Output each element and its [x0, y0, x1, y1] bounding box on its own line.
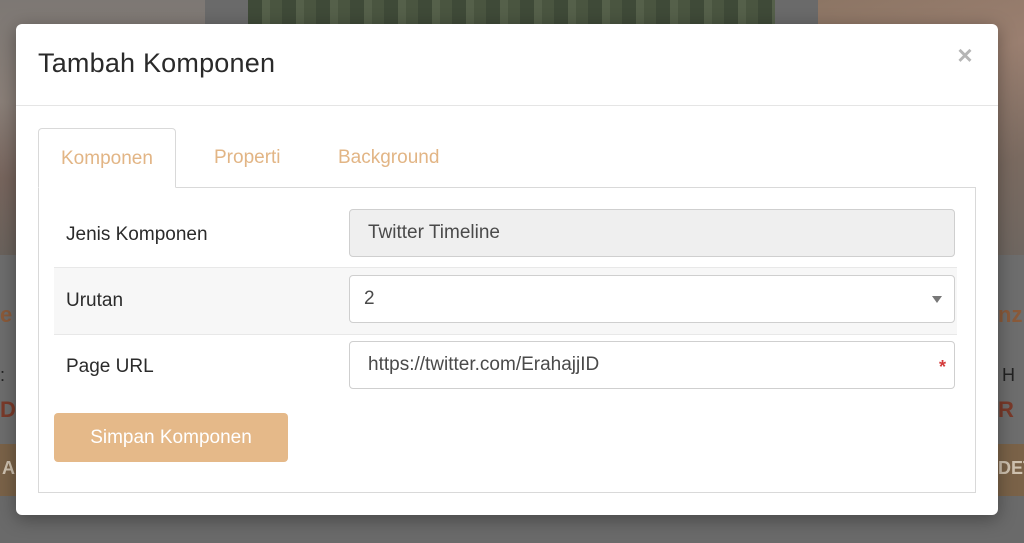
form-row-jenis: Jenis Komponen Twitter Timeline: [54, 202, 957, 268]
background-button-text-left: A: [2, 458, 15, 478]
urutan-select-value: 2: [364, 288, 375, 309]
tab-background[interactable]: Background: [316, 128, 461, 187]
page-url-value: https://twitter.com/ErahajjID: [368, 354, 600, 375]
background-button-text-right: DET: [998, 458, 1024, 478]
add-component-modal: Tambah Komponen × Komponen Properti Back…: [16, 24, 998, 515]
background-letter-right: H: [1002, 365, 1015, 385]
page-url-input[interactable]: https://twitter.com/ErahajjID *: [349, 341, 955, 389]
tab-komponen[interactable]: Komponen: [38, 128, 176, 188]
background-colon-left: :: [0, 365, 6, 385]
tab-properti[interactable]: Properti: [192, 128, 303, 187]
urutan-label: Urutan: [66, 290, 124, 311]
jenis-komponen-field: Twitter Timeline: [349, 209, 955, 257]
required-asterisk-icon: *: [938, 357, 946, 377]
tab-bar: Komponen Properti Background: [38, 128, 976, 188]
page-url-label: Page URL: [66, 356, 154, 377]
background-text-right: nz: [998, 302, 1023, 327]
form-row-page-url: Page URL https://twitter.com/ErahajjID *: [54, 334, 957, 400]
urutan-select[interactable]: 2: [349, 275, 955, 323]
modal-title: Tambah Komponen: [38, 48, 276, 78]
background-text-left: e: [0, 302, 13, 327]
background-amount-right: R: [998, 397, 1014, 422]
tab-panel-komponen: Jenis Komponen Twitter Timeline Urutan 2…: [38, 187, 976, 493]
save-component-button[interactable]: Simpan Komponen: [54, 413, 288, 462]
form-row-urutan: Urutan 2: [54, 267, 957, 335]
modal-header: Tambah Komponen ×: [16, 24, 998, 106]
jenis-komponen-label: Jenis Komponen: [66, 224, 208, 245]
close-icon[interactable]: ×: [954, 42, 976, 68]
chevron-down-icon: [932, 296, 942, 303]
